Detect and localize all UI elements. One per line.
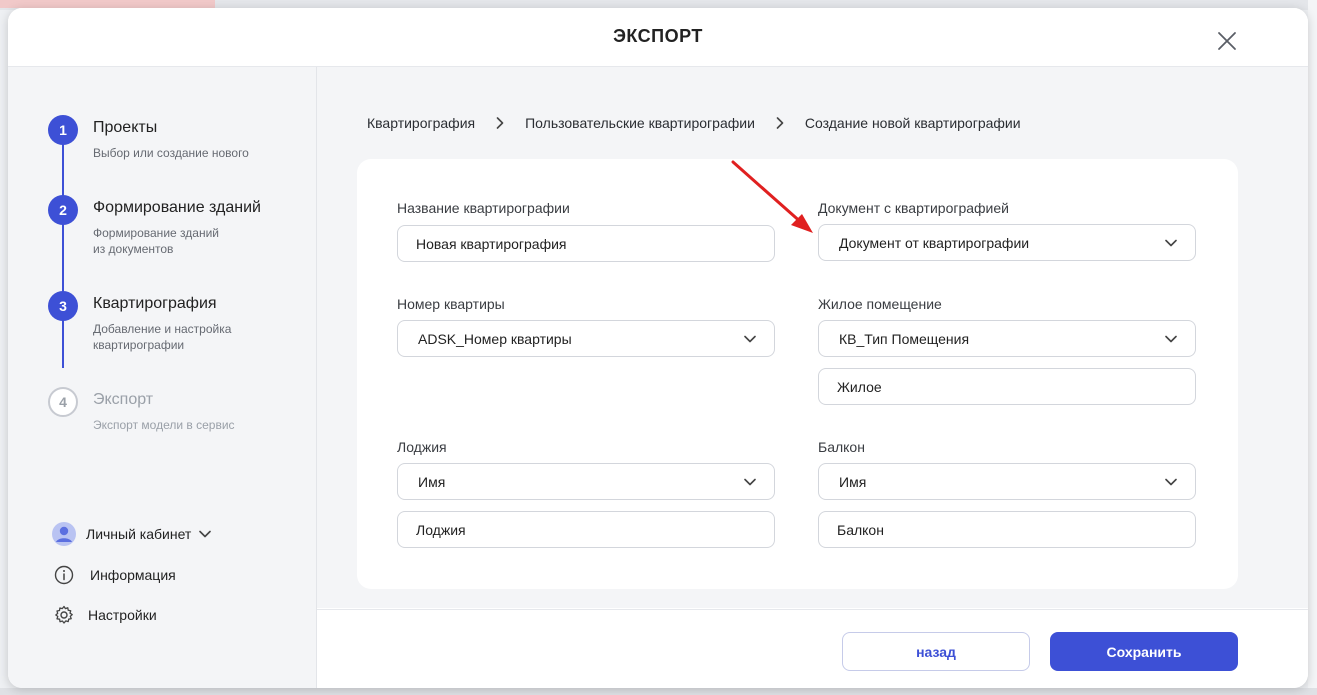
save-button[interactable]: Сохранить (1050, 632, 1238, 671)
step-subtitle: Выбор или создание нового (93, 146, 249, 160)
document-select[interactable]: Документ от квартирографии (818, 224, 1196, 261)
main-content: Квартирография Пользовательские квартиро… (317, 67, 1308, 608)
step-title: Формирование зданий (93, 199, 261, 216)
step-number: 1 (48, 115, 78, 145)
chevron-down-icon (1165, 335, 1177, 342)
info-icon (54, 565, 74, 585)
step-subtitle: Добавление и настройка квартирографии (93, 322, 232, 352)
step-title: Квартирография (93, 295, 217, 312)
step-apartments[interactable]: 3 Квартирография Добавление и настройка … (48, 291, 308, 361)
chevron-down-icon (199, 530, 212, 538)
close-icon (1218, 32, 1236, 50)
user-avatar-icon (52, 522, 76, 546)
balcony-param-select-value: Имя (839, 473, 867, 490)
balcony-param-select[interactable]: Имя (818, 463, 1196, 500)
loggia-param-select[interactable]: Имя (397, 463, 775, 500)
background-app-panel (1308, 0, 1317, 695)
step-number: 4 (48, 387, 78, 417)
chevron-right-icon (489, 117, 511, 129)
export-modal: ЭКСПОРТ 1 Проекты Выбор или создание нов… (8, 8, 1308, 688)
step-subtitle: Экспорт модели в сервис (93, 418, 235, 432)
background-app-tab (0, 0, 215, 8)
step-subtitle: Формирование зданий из документов (93, 226, 219, 256)
settings-label: Настройки (88, 607, 157, 623)
modal-title: ЭКСПОРТ (613, 26, 703, 46)
chevron-down-icon (1165, 239, 1177, 246)
loggia-label: Лоджия (397, 439, 447, 455)
living-value-input[interactable]: Жилое (818, 368, 1196, 405)
living-param-select-value: КВ_Тип Помещения (839, 330, 970, 347)
apartment-number-select-value: ADSK_Номер квартиры (418, 330, 572, 347)
modal-footer: назад Сохранить (317, 609, 1308, 688)
step-number: 2 (48, 195, 78, 225)
modal-header: ЭКСПОРТ (8, 8, 1308, 67)
chevron-down-icon (744, 335, 756, 342)
loggia-param-select-value: Имя (418, 473, 446, 490)
living-param-select[interactable]: КВ_Тип Помещения (818, 320, 1196, 357)
breadcrumb-item-custom[interactable]: Пользовательские квартирографии (525, 115, 755, 131)
step-title: Проекты (93, 119, 158, 136)
step-buildings[interactable]: 2 Формирование зданий Формирование здани… (48, 195, 308, 265)
info-label: Информация (90, 567, 176, 583)
living-label: Жилое помещение (818, 296, 942, 312)
living-value-input-text: Жилое (837, 378, 882, 395)
stepper-sidebar: 1 Проекты Выбор или создание нового 2 Фо… (8, 67, 317, 688)
document-label: Документ с квартирографией (818, 200, 1009, 216)
name-label: Название квартирографии (397, 200, 570, 216)
settings-menu-item[interactable]: Настройки (54, 603, 157, 627)
breadcrumb: Квартирография Пользовательские квартиро… (367, 115, 1021, 131)
balcony-value-input-text: Балкон (837, 521, 884, 538)
name-input-value: Новая квартирография (416, 235, 567, 252)
gear-icon (55, 605, 73, 624)
apartment-number-label: Номер квартиры (397, 296, 505, 312)
breadcrumb-item-new: Создание новой квартирографии (804, 115, 1021, 131)
step-projects[interactable]: 1 Проекты Выбор или создание нового (48, 115, 308, 175)
step-number: 3 (48, 291, 78, 321)
step-export: 4 Экспорт Экспорт модели в сервис (48, 387, 308, 447)
background-app-footer (0, 688, 1317, 695)
account-label: Личный кабинет (86, 526, 192, 542)
form-card: Название квартирографии Новая квартирогр… (357, 159, 1238, 589)
balcony-value-input[interactable]: Балкон (818, 511, 1196, 548)
info-menu-item[interactable]: Информация (54, 563, 176, 587)
back-button[interactable]: назад (842, 632, 1030, 671)
close-button[interactable] (1214, 28, 1240, 54)
chevron-right-icon (769, 117, 791, 129)
loggia-value-input-text: Лоджия (416, 521, 466, 538)
apartment-number-select[interactable]: ADSK_Номер квартиры (397, 320, 775, 357)
balcony-label: Балкон (818, 439, 865, 455)
document-select-value: Документ от квартирографии (839, 234, 1030, 251)
account-menu[interactable]: Личный кабинет (52, 522, 212, 546)
name-input[interactable]: Новая квартирография (397, 225, 775, 262)
loggia-value-input[interactable]: Лоджия (397, 511, 775, 548)
breadcrumb-item-apartments[interactable]: Квартирография (367, 115, 475, 131)
step-title: Экспорт (93, 391, 154, 408)
chevron-down-icon (744, 478, 756, 485)
chevron-down-icon (1165, 478, 1177, 485)
